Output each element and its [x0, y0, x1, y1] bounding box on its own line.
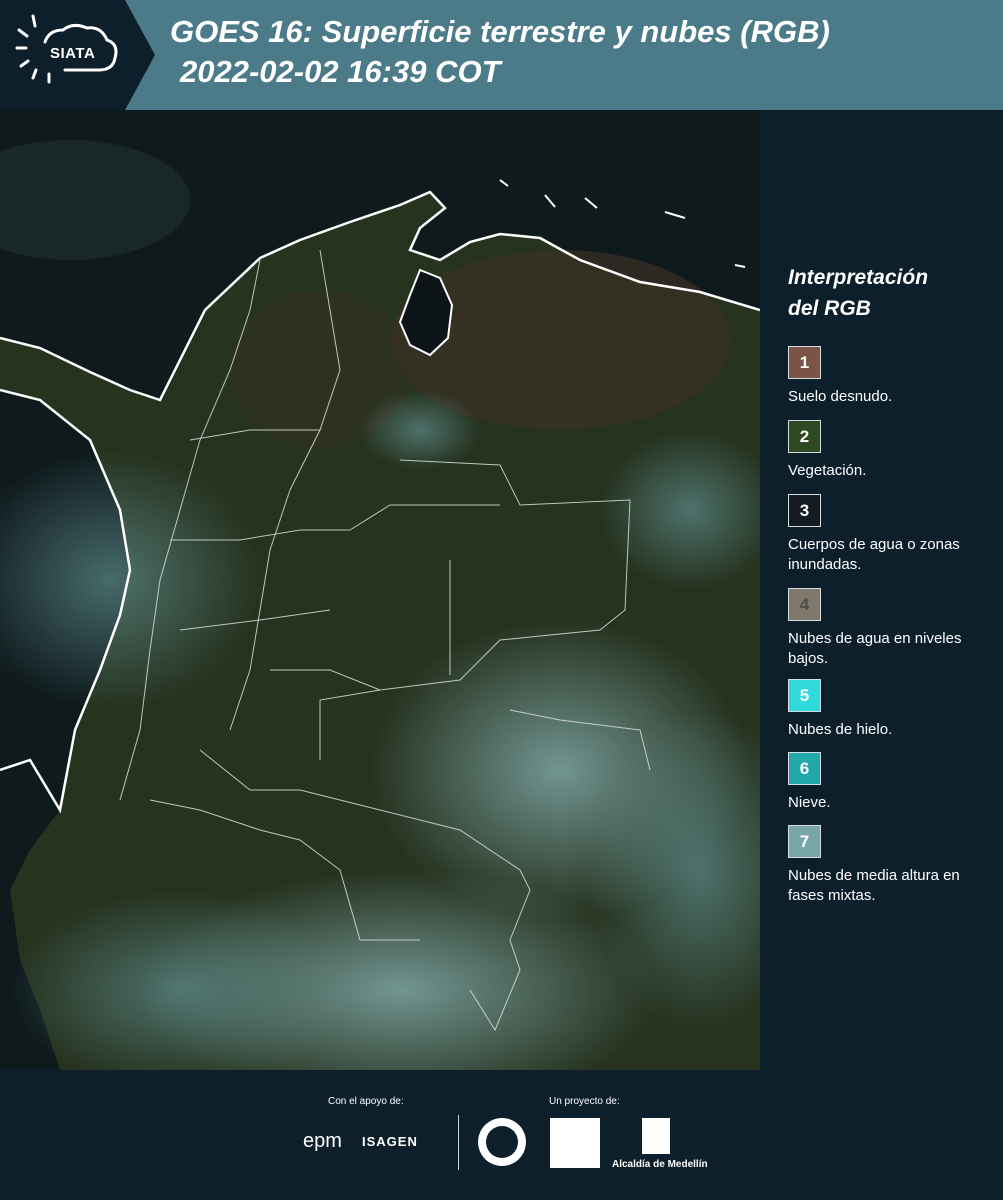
legend-item-1: 1 Suelo desnudo. — [788, 346, 998, 407]
legend-label: Nubes de agua en niveles bajos. — [788, 630, 962, 667]
project-label: Un proyecto de: — [549, 1096, 620, 1107]
medellin-seal-icon — [478, 1118, 526, 1166]
timestamp: 2022-02-02 16:39 COT — [180, 54, 501, 89]
legend-title: Interpretación del RGB — [788, 262, 928, 324]
legend-swatch: 2 — [788, 420, 821, 453]
legend-swatch: 5 — [788, 679, 821, 712]
siata-logo: SIATA — [0, 0, 155, 110]
legend-swatch: 1 — [788, 346, 821, 379]
legend-item-2: 2 Vegetación. — [788, 420, 998, 481]
legend-swatch: 3 — [788, 494, 821, 527]
siata-logo-text: SIATA — [50, 45, 96, 62]
legend-item-3: 3 Cuerpos de agua o zonas inundadas. — [788, 494, 998, 575]
legend-label: Suelo desnudo. — [788, 388, 893, 405]
legend-label: Nubes de media altura en fases mixtas. — [788, 867, 960, 904]
legend-label: Cuerpos de agua o zonas inundadas. — [788, 536, 960, 573]
legend-label: Vegetación. — [788, 462, 867, 479]
legend-item-5: 5 Nubes de hielo. — [788, 679, 998, 740]
legend-swatch: 6 — [788, 752, 821, 785]
legend-label: Nubes de hielo. — [788, 721, 893, 738]
legend-label: Nieve. — [788, 794, 831, 811]
area-metropolitana-logo-icon — [550, 1118, 600, 1168]
epm-logo: epm — [303, 1130, 342, 1152]
legend-title-line1: Interpretación — [788, 266, 929, 289]
legend-item-6: 6 Nieve. — [788, 752, 998, 813]
alcaldia-logo-text: Alcaldía de Medellín — [612, 1159, 708, 1170]
footer: Con el apoyo de: Un proyecto de: epm ISA… — [0, 1070, 1003, 1200]
legend-item-4: 4 Nubes de agua en niveles bajos. — [788, 588, 998, 669]
legend-swatch: 7 — [788, 825, 821, 858]
isagen-logo: ISAGEN — [362, 1134, 418, 1149]
legend-swatch: 4 — [788, 588, 821, 621]
page-title: GOES 16: Superficie terrestre y nubes (R… — [170, 14, 830, 49]
alcaldia-emblem-icon — [642, 1118, 670, 1154]
legend-panel: Interpretación del RGB 1 Suelo desnudo. … — [760, 110, 1003, 1070]
header: SIATA GOES 16: Superficie terrestre y nu… — [0, 0, 1003, 110]
legend-item-7: 7 Nubes de media altura en fases mixtas. — [788, 825, 998, 906]
satellite-map — [0, 110, 760, 1070]
legend-title-line2: del RGB — [788, 297, 871, 320]
support-label: Con el apoyo de: — [328, 1096, 404, 1107]
footer-divider — [458, 1115, 459, 1170]
